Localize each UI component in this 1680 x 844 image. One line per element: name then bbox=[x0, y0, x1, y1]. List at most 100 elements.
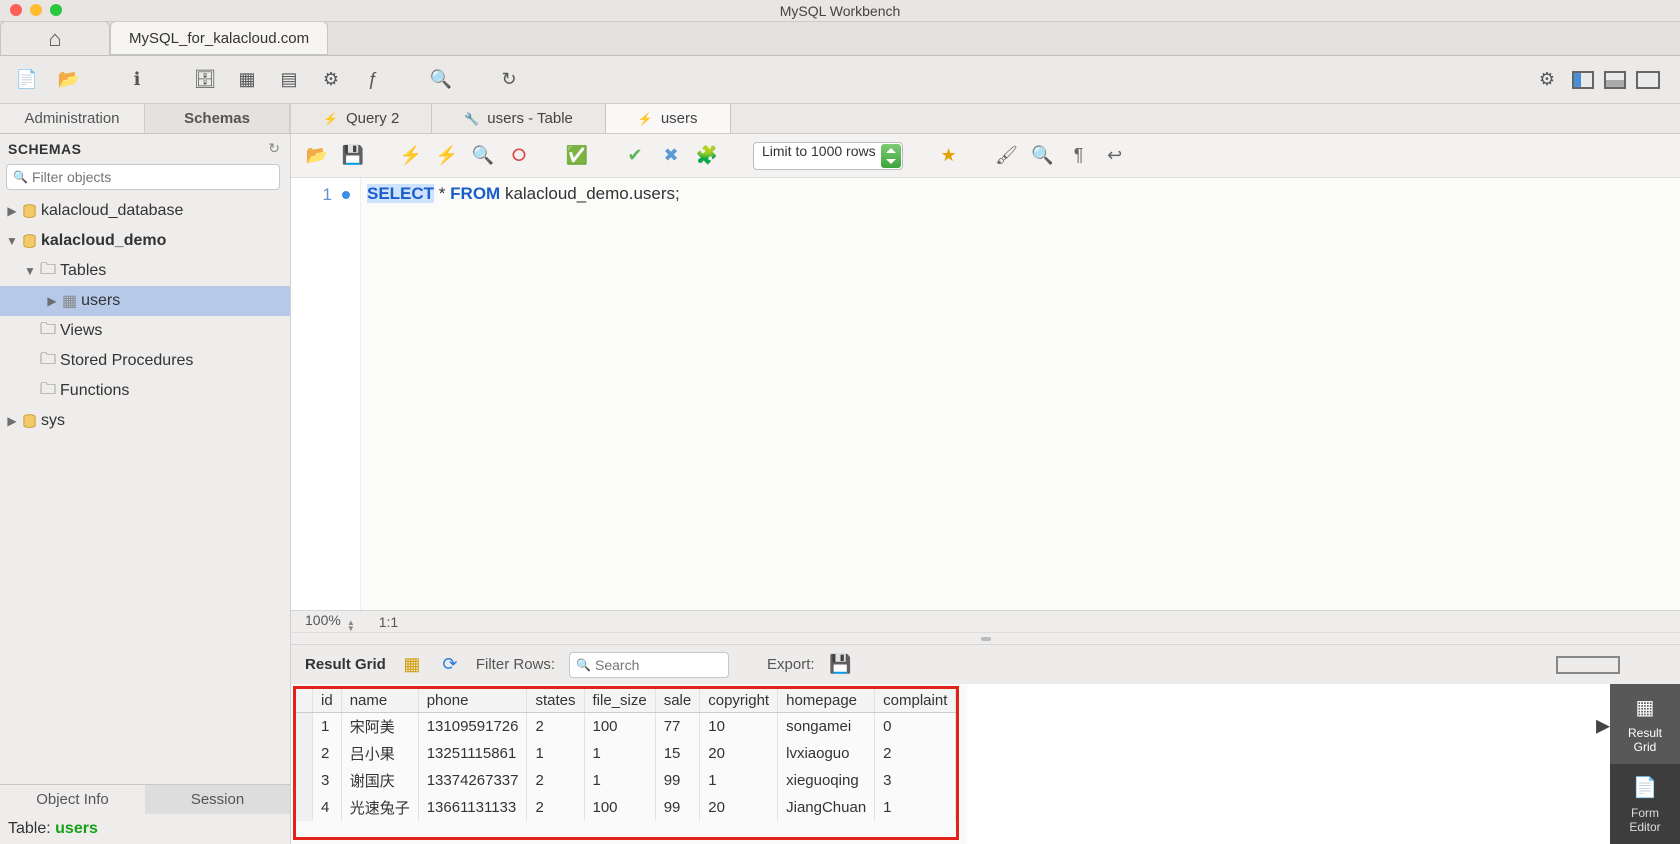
cell[interactable]: 光速兔子 bbox=[341, 794, 418, 821]
zoom-icon[interactable] bbox=[50, 4, 62, 16]
breakpoint-dot-icon[interactable] bbox=[342, 191, 350, 199]
cell[interactable]: 20 bbox=[700, 740, 778, 767]
column-header[interactable]: copyright bbox=[700, 689, 778, 713]
tab-session[interactable]: Session bbox=[145, 785, 290, 814]
cell[interactable]: 谢国庆 bbox=[341, 767, 418, 794]
table-row[interactable]: 4光速兔子1366113113321009920JiangChuan1 bbox=[296, 794, 956, 821]
horizontal-splitter[interactable] bbox=[291, 632, 1680, 644]
cell[interactable]: 2 bbox=[875, 740, 956, 767]
refresh-icon[interactable] bbox=[268, 140, 280, 158]
cell[interactable]: 4 bbox=[313, 794, 342, 821]
settings-gear-icon[interactable]: ⚙ bbox=[1532, 65, 1562, 95]
cell[interactable]: 10 bbox=[700, 713, 778, 741]
toggle-field-types-icon[interactable] bbox=[1556, 656, 1620, 674]
export-icon[interactable]: 💾 bbox=[829, 653, 853, 677]
stop-icon[interactable]: ⭘ bbox=[507, 144, 531, 168]
column-header[interactable]: sale bbox=[655, 689, 700, 713]
result-tab-grid[interactable]: ▦ Result Grid bbox=[1610, 684, 1680, 764]
sql-code[interactable]: SELECT * FROM kalacloud_demo.users; bbox=[361, 178, 1680, 610]
schema-node-kalacloud-demo[interactable]: ▼ kalacloud_demo bbox=[0, 226, 290, 256]
chevron-right-icon[interactable]: ▶ bbox=[6, 414, 18, 428]
tab-query2[interactable]: Query 2 bbox=[291, 104, 432, 133]
cell[interactable]: 100 bbox=[584, 713, 655, 741]
toggle-sidebar-icon[interactable] bbox=[1572, 71, 1594, 89]
cell[interactable]: 99 bbox=[655, 767, 700, 794]
table-node-users[interactable]: ▶ users bbox=[0, 286, 290, 316]
add-view-icon[interactable]: ▤ bbox=[274, 65, 304, 95]
new-sql-tab-icon[interactable]: 📄 bbox=[12, 65, 42, 95]
add-table-icon[interactable]: ▦ bbox=[232, 65, 262, 95]
cell[interactable]: 吕小果 bbox=[341, 740, 418, 767]
toggle-output-icon[interactable] bbox=[1604, 71, 1626, 89]
collapse-side-tabs-icon[interactable]: ▸ bbox=[1596, 708, 1610, 741]
cell[interactable]: 99 bbox=[655, 794, 700, 821]
autocommit-on-icon[interactable]: ✔ bbox=[623, 144, 647, 168]
favorite-icon[interactable]: ★ bbox=[937, 144, 961, 168]
row-limit-select[interactable]: Limit to 1000 rows bbox=[753, 142, 903, 170]
cell[interactable]: 1 bbox=[700, 767, 778, 794]
schema-filter[interactable] bbox=[6, 164, 280, 190]
result-tab-form[interactable]: 📄 Form Editor bbox=[1610, 764, 1680, 844]
commit-icon[interactable]: ✅ bbox=[565, 144, 589, 168]
autocommit-off-icon[interactable]: ✖ bbox=[659, 144, 683, 168]
row-handle[interactable] bbox=[296, 713, 313, 741]
sql-editor[interactable]: 1 SELECT * FROM kalacloud_demo.users; bbox=[291, 178, 1680, 610]
cell[interactable]: 2 bbox=[527, 713, 584, 741]
chevron-right-icon[interactable]: ▶ bbox=[46, 294, 58, 308]
cell[interactable]: 宋阿美 bbox=[341, 713, 418, 741]
functions-folder[interactable]: ▶ 🗀 Functions bbox=[0, 376, 290, 406]
cell[interactable]: 1 bbox=[584, 767, 655, 794]
result-grid[interactable]: idnamephonestatesfile_sizesalecopyrighth… bbox=[296, 689, 956, 821]
tab-schemas[interactable]: Schemas bbox=[144, 104, 290, 133]
cell[interactable]: 13109591726 bbox=[418, 713, 527, 741]
tab-administration[interactable]: Administration bbox=[0, 104, 144, 133]
cell[interactable]: 1 bbox=[313, 713, 342, 741]
cell[interactable]: 2 bbox=[313, 740, 342, 767]
home-tab[interactable] bbox=[0, 21, 110, 55]
invisible-chars-icon[interactable]: ¶ bbox=[1067, 144, 1091, 168]
tables-folder[interactable]: ▼ 🗀 Tables bbox=[0, 256, 290, 286]
stepper-icon[interactable] bbox=[881, 144, 901, 168]
column-header[interactable]: id bbox=[313, 689, 342, 713]
cell[interactable]: 1 bbox=[875, 794, 956, 821]
cell[interactable]: lvxiaoguo bbox=[778, 740, 875, 767]
cell[interactable]: 77 bbox=[655, 713, 700, 741]
save-icon[interactable]: 💾 bbox=[341, 144, 365, 168]
beautify-icon[interactable]: 🖌 bbox=[995, 144, 1019, 168]
column-header[interactable]: file_size bbox=[584, 689, 655, 713]
row-handle[interactable] bbox=[296, 794, 313, 821]
chevron-down-icon[interactable]: ▼ bbox=[24, 264, 36, 278]
toggle-secondary-icon[interactable] bbox=[1636, 71, 1660, 89]
column-header[interactable]: complaint bbox=[875, 689, 956, 713]
cell[interactable]: 13661131133 bbox=[418, 794, 527, 821]
cell[interactable]: 1 bbox=[584, 740, 655, 767]
cell[interactable]: 13374267337 bbox=[418, 767, 527, 794]
cell[interactable]: 100 bbox=[584, 794, 655, 821]
table-row[interactable]: 2吕小果13251115861111520lvxiaoguo2 bbox=[296, 740, 956, 767]
schema-filter-input[interactable] bbox=[32, 169, 273, 185]
schema-node-sys[interactable]: ▶ sys bbox=[0, 406, 290, 436]
tab-object-info[interactable]: Object Info bbox=[0, 785, 145, 814]
chevron-right-icon[interactable]: ▶ bbox=[6, 204, 18, 218]
open-file-icon[interactable]: 📂 bbox=[305, 144, 329, 168]
cell[interactable]: 20 bbox=[700, 794, 778, 821]
toggle-icon[interactable]: 🧩 bbox=[695, 144, 719, 168]
column-header[interactable]: homepage bbox=[778, 689, 875, 713]
cell[interactable]: 13251115861 bbox=[418, 740, 527, 767]
inspector-icon[interactable]: ℹ bbox=[122, 65, 152, 95]
views-folder[interactable]: ▶ 🗀 Views bbox=[0, 316, 290, 346]
search-table-icon[interactable]: 🔍 bbox=[426, 65, 456, 95]
explain-icon[interactable]: 🔍 bbox=[471, 144, 495, 168]
add-schema-icon[interactable]: 🗄 bbox=[190, 65, 220, 95]
cell[interactable]: 0 bbox=[875, 713, 956, 741]
tab-users-query[interactable]: users bbox=[606, 104, 731, 133]
column-header[interactable]: states bbox=[527, 689, 584, 713]
cell[interactable]: xieguoqing bbox=[778, 767, 875, 794]
execute-icon[interactable]: ⚡ bbox=[399, 144, 423, 168]
cell[interactable]: 15 bbox=[655, 740, 700, 767]
filter-rows-field[interactable] bbox=[595, 657, 722, 673]
wrap-icon[interactable]: ↩ bbox=[1103, 144, 1127, 168]
cell[interactable]: 2 bbox=[527, 794, 584, 821]
find-icon[interactable]: 🔍 bbox=[1031, 144, 1055, 168]
cell[interactable]: songamei bbox=[778, 713, 875, 741]
